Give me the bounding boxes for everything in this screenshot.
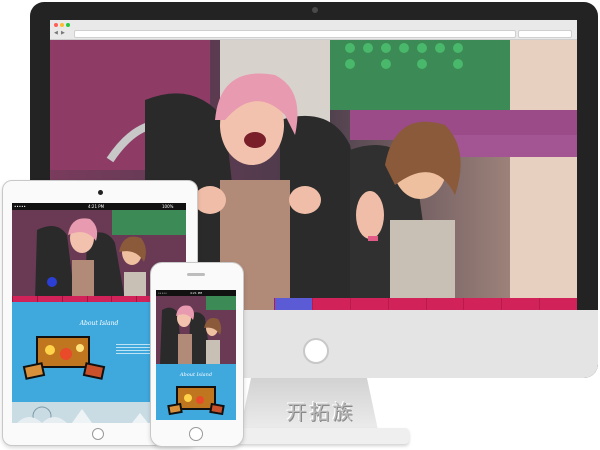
phone-hero-image bbox=[156, 296, 236, 364]
about-photo-collage bbox=[22, 336, 106, 380]
nav-item[interactable] bbox=[501, 298, 540, 310]
tablet-home-button bbox=[92, 428, 104, 440]
signal-icon: ••••• bbox=[158, 291, 167, 295]
tablet-status-bar: ••••• 4:21 PM 100% bbox=[12, 203, 186, 210]
about-photo-collage bbox=[167, 386, 225, 416]
nav-item[interactable] bbox=[539, 298, 577, 310]
forward-arrow-icon[interactable]: ▶ bbox=[61, 30, 65, 36]
phone-speaker bbox=[187, 273, 205, 276]
nav-item[interactable] bbox=[463, 298, 502, 310]
status-time: 4:21 PM bbox=[88, 204, 105, 209]
nav-item[interactable] bbox=[387, 298, 426, 310]
signal-icon: ••••• bbox=[14, 204, 26, 209]
nav-item[interactable] bbox=[425, 298, 464, 310]
browser-toolbar: ◀ ▶ bbox=[50, 20, 577, 40]
about-title: About Island bbox=[179, 372, 213, 378]
battery-icon: 100% bbox=[162, 204, 174, 209]
desktop-nav-bar bbox=[274, 298, 577, 310]
monitor-stand-base bbox=[229, 428, 409, 444]
minimize-window-icon[interactable] bbox=[60, 23, 64, 27]
tablet-camera-icon bbox=[98, 190, 103, 195]
back-arrow-icon[interactable]: ◀ bbox=[54, 30, 58, 36]
camera-icon bbox=[312, 7, 318, 13]
nav-item[interactable] bbox=[311, 298, 350, 310]
phone-screen: ••••• 4:21 PM About Island bbox=[156, 290, 236, 420]
monitor-logo-button bbox=[303, 338, 329, 364]
nav-item[interactable] bbox=[274, 298, 312, 310]
brand-watermark: 开拓族 bbox=[286, 400, 356, 424]
phone-about-section: About Island bbox=[156, 364, 236, 420]
maximize-window-icon[interactable] bbox=[66, 23, 70, 27]
status-time: 4:21 PM bbox=[190, 291, 203, 295]
browser-search-field[interactable] bbox=[518, 30, 572, 38]
close-window-icon[interactable] bbox=[54, 23, 58, 27]
phone-home-button bbox=[189, 427, 203, 441]
address-bar[interactable] bbox=[74, 30, 516, 38]
nav-item[interactable] bbox=[349, 298, 388, 310]
